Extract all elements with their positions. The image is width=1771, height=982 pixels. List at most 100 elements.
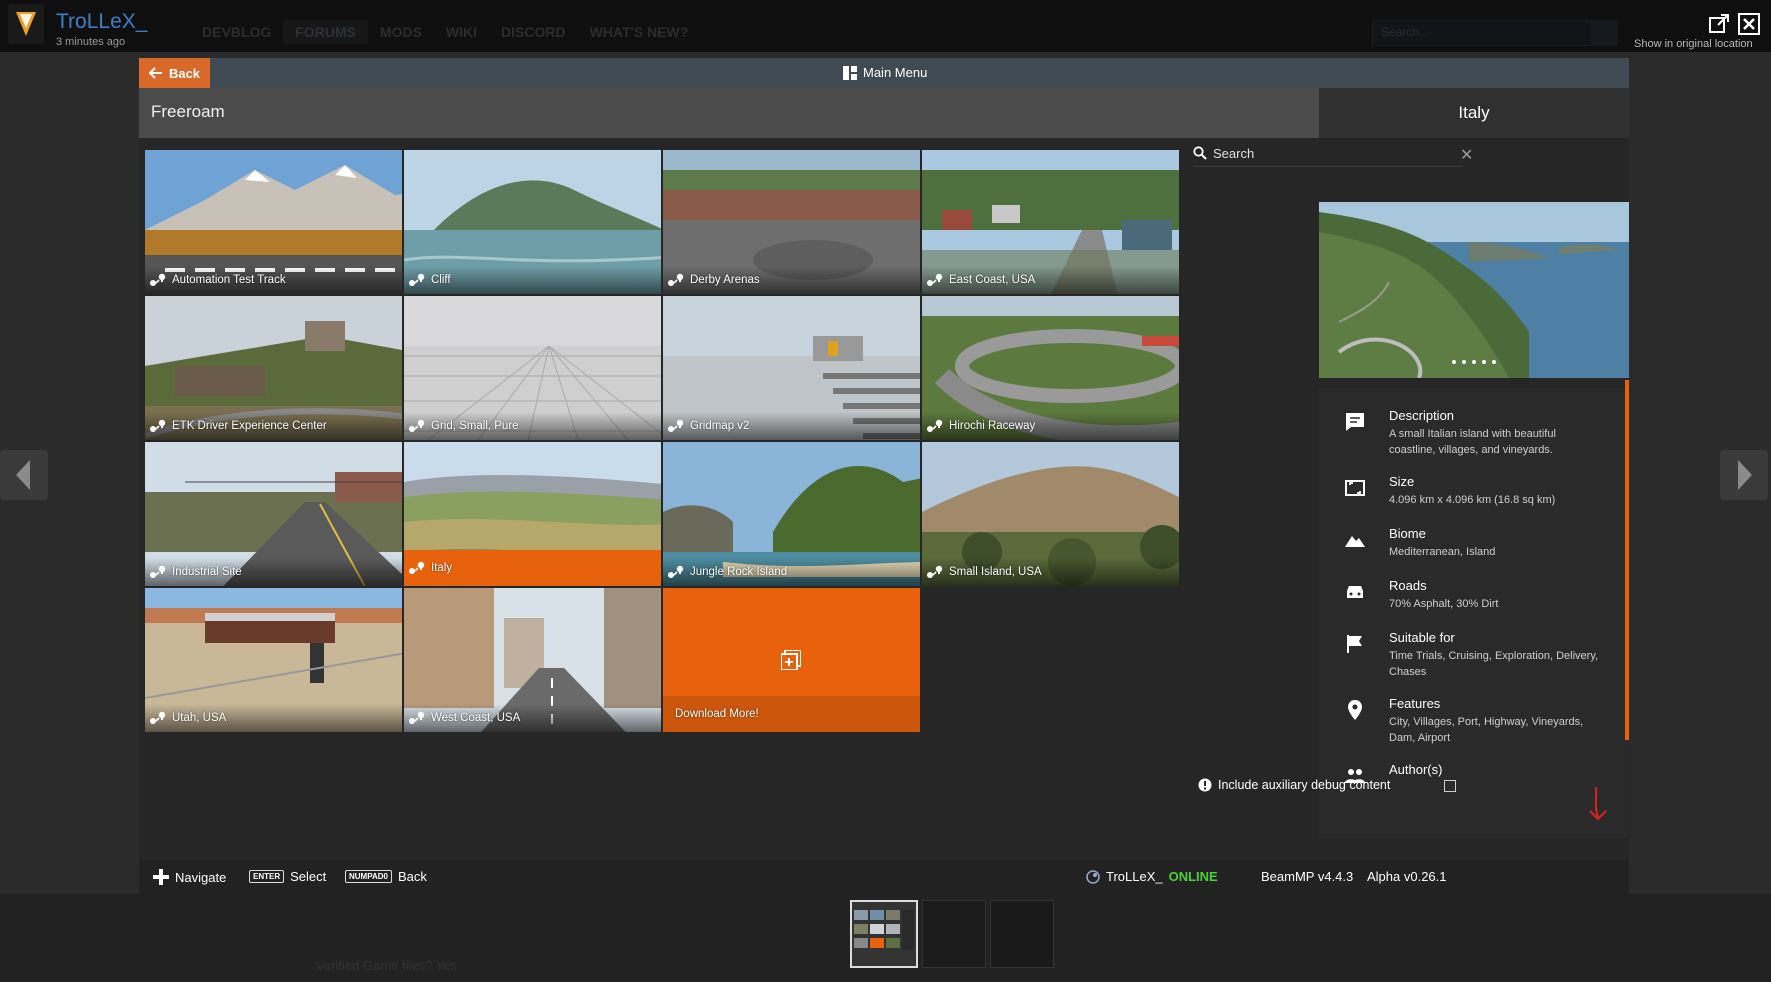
detail-text: 4.096 km x 4.096 km (16.8 sq km) [1389,494,1556,506]
navigate-label: Navigate [175,869,227,885]
thumbnail-strip [0,894,1771,982]
coastline-preview [1319,202,1629,378]
map-label-bar: Automation Test Track [145,266,402,294]
debug-label: Include auxiliary debug content [1218,778,1391,792]
search-placeholder: Search [1213,145,1255,161]
map-tile[interactable]: Automation Test Track [145,150,402,294]
map-name: Small Island, USA [949,566,1042,578]
details-scrollbar[interactable] [1625,380,1629,740]
map-name: Automation Test Track [172,274,286,286]
map-name: Utah, USA [172,712,227,724]
map-name: Industrial Site [172,566,242,578]
nav-wiki[interactable]: WIKI [434,20,489,44]
map-label-bar: ETK Driver Experience Center [145,412,402,440]
map-tile[interactable]: East Coast, USA [922,150,1179,294]
section-title: Freeroam [151,102,225,121]
map-name: Derby Arenas [690,274,760,286]
shield-logo-icon [16,12,36,36]
enter-keycap: ENTER [249,870,285,883]
thumbnail-image [852,902,916,966]
map-pin-icon [150,419,166,432]
map-pin-icon [668,419,684,432]
map-label-bar: Small Island, USA [922,558,1179,586]
map-pin-icon [409,711,425,724]
select-label: Select [290,869,327,884]
car-icon [1347,586,1363,598]
map-tile[interactable]: Gridmap v2 [663,296,920,440]
selected-map-title: Italy [1319,88,1629,138]
map-pin-icon [409,273,425,286]
debug-checkbox[interactable] [1444,780,1456,792]
map-tile[interactable]: Utah, USA [145,588,402,732]
map-pin-icon [409,419,425,432]
main-menu-label: Main Menu [863,65,928,80]
detail-text: 70% Asphalt, 30% Dirt [1389,598,1499,610]
map-name: Jungle Rock Island [690,566,788,578]
nav-mods[interactable]: MODS [368,20,434,44]
map-search-input[interactable]: Search [1193,140,1463,167]
previous-image-button[interactable] [0,450,48,500]
flag-icon [1347,635,1362,653]
map-tile[interactable]: Cliff [404,150,661,294]
forum-username[interactable]: TroLLeX_ [56,10,147,34]
map-tile[interactable]: Industrial Site [145,442,402,586]
search-clear-button[interactable]: ✕ [1460,145,1473,165]
site-logo[interactable] [8,4,44,44]
game-window: Back Main Menu Freeroam Italy Automation… [139,58,1629,894]
open-external-icon[interactable] [1707,12,1731,36]
nav-discord[interactable]: DISCORD [489,20,578,44]
download-more-label: Download More! [675,708,759,720]
detail-text: Time Trials, Cruising, Exploration, Deli… [1389,650,1599,678]
next-image-button[interactable] [1720,450,1768,500]
detail-title: Roads [1389,578,1427,593]
forum-search-input[interactable]: Search... [1372,20,1592,46]
map-label-bar: Gridmap v2 [663,412,920,440]
map-name: Grid, Small, Pure [431,420,519,432]
nav-whats-new[interactable]: WHAT'S NEW? [578,20,701,44]
detail-text: City, Villages, Port, Highway, Vineyards… [1389,716,1584,744]
forum-search-button[interactable] [1592,20,1618,46]
map-pin-icon [927,565,943,578]
map-name: Cliff [431,274,451,286]
map-pin-icon [409,561,425,574]
footer-select-hint: ENTER Select [249,869,326,884]
map-tile[interactable]: ETK Driver Experience Center [145,296,402,440]
thumbnail-current[interactable] [850,900,918,968]
map-tile[interactable]: Grid, Small, Pure [404,296,661,440]
back-hint-label: Back [397,869,427,884]
map-name: West Coast, USA [431,712,521,724]
carousel-dots[interactable] [1319,360,1629,364]
beammp-version: BeamMP v4.4.3 [1261,869,1354,884]
chevron-right-icon [1738,460,1752,490]
map-tile[interactable]: Small Island, USA [922,442,1179,586]
map-preview-image [1319,202,1629,378]
debug-option: Include auxiliary debug content [1198,778,1390,792]
thumbnail-3[interactable] [990,900,1054,968]
nav-devblog[interactable]: DEVBLOG [190,20,283,44]
main-menu-icon [843,65,857,80]
map-tile[interactable]: Hirochi Raceway [922,296,1179,440]
nav-forums[interactable]: FORUMS [283,20,368,44]
close-icon[interactable] [1737,12,1761,36]
back-label: Back [168,65,201,81]
footer-back-hint: NUMPAD0 Back [345,869,427,884]
map-tile[interactable]: Derby Arenas [663,150,920,294]
main-menu-button[interactable]: Main Menu [843,65,927,80]
map-label-bar: Hirochi Raceway [922,412,1179,440]
map-tile[interactable]: Italy [404,442,661,586]
footer-navigate-hint: Navigate [153,869,226,885]
map-tile[interactable]: West Coast, USA [404,588,661,732]
map-pin-icon [150,711,166,724]
map-tile[interactable]: Jungle Rock Island [663,442,920,586]
back-button[interactable]: Back [139,58,210,88]
map-pin-icon [927,273,943,286]
map-name: Gridmap v2 [690,420,750,432]
show-in-original-link[interactable]: Show in original location [1634,38,1753,50]
map-pin-icon [150,565,166,578]
thumbnail-2[interactable] [922,900,986,968]
add-content-icon [781,650,801,670]
map-name: Italy [431,562,453,574]
post-time: 3 minutes ago [56,36,126,48]
steam-icon [1086,869,1100,884]
download-more-tile[interactable]: Download More! [663,588,920,732]
